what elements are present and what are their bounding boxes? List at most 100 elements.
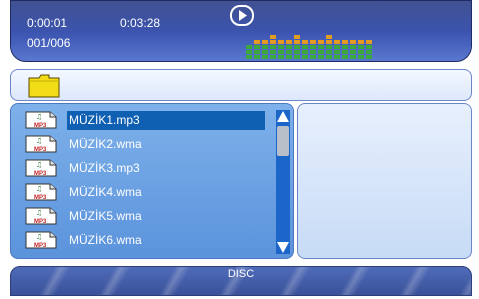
eq-bar-segment [270, 35, 276, 39]
mp3-icon-label: MP3 [34, 219, 47, 225]
eq-bar-segment [262, 50, 268, 54]
scroll-thumb[interactable] [277, 126, 289, 156]
mp3-file-icon: ♫ MP3 [25, 207, 57, 225]
file-name: MÜZİK3.mp3 [69, 161, 140, 175]
eq-bar-segment [302, 40, 308, 44]
path-bar [10, 69, 472, 101]
list-item[interactable]: ♫ MP3 MÜZİK3.mp3 [25, 157, 265, 179]
eq-bar-segment [254, 40, 260, 44]
scrollbar[interactable] [276, 110, 290, 254]
svg-text:♫: ♫ [36, 113, 42, 121]
list-item[interactable]: ♫ MP3 MÜZİK1.mp3 [25, 109, 265, 131]
eq-bar-segment [358, 45, 364, 49]
eq-bar-segment [310, 45, 316, 49]
eq-bar-segment [278, 55, 284, 59]
eq-bar-segment [310, 55, 316, 59]
svg-text:♫: ♫ [36, 161, 42, 169]
eq-bar-segment [254, 55, 260, 59]
mp3-file-icon: ♫ MP3 [25, 159, 57, 177]
eq-bar-segment [294, 55, 300, 59]
track-counter: 001/006 [27, 36, 71, 50]
eq-bar-segment [278, 50, 284, 54]
mp3-icon-label: MP3 [34, 195, 47, 201]
mp3-file-icon: ♫ MP3 [25, 111, 57, 129]
eq-bar-segment [318, 55, 324, 59]
eq-bar-segment [366, 55, 372, 59]
eq-bar-segment [302, 45, 308, 49]
mp3-file-icon: ♫ MP3 [25, 135, 57, 153]
svg-text:♫: ♫ [36, 185, 42, 193]
eq-bar-segment [358, 40, 364, 44]
eq-bar-segment [366, 45, 372, 49]
list-item[interactable]: ♫ MP3 MÜZİK4.wma [25, 181, 265, 203]
eq-bar-segment [278, 45, 284, 49]
eq-bar-segment [294, 50, 300, 54]
eq-bar-segment [342, 55, 348, 59]
scroll-up-icon[interactable] [276, 110, 290, 124]
elapsed-time: 0:00:01 [27, 16, 68, 30]
eq-bar-segment [286, 40, 292, 44]
eq-bar-segment [350, 55, 356, 59]
list-item[interactable]: ♫ MP3 MÜZİK2.wma [25, 133, 265, 155]
eq-bar-segment [270, 45, 276, 49]
mp3-icon-label: MP3 [34, 243, 47, 249]
mp3-file-icon: ♫ MP3 [25, 183, 57, 201]
list-item[interactable]: ♫ MP3 MÜZİK6.wma [25, 229, 265, 251]
eq-bar-segment [270, 55, 276, 59]
eq-bar-segment [286, 50, 292, 54]
eq-bar-segment [350, 50, 356, 54]
source-bar[interactable]: DISC [10, 266, 472, 296]
eq-bar-segment [278, 40, 284, 44]
eq-bar-segment [246, 45, 252, 49]
eq-bar-segment [350, 45, 356, 49]
equalizer [246, 35, 372, 59]
eq-bar-segment [334, 45, 340, 49]
eq-bar-segment [342, 50, 348, 54]
eq-bar-segment [326, 35, 332, 39]
eq-bar-segment [358, 50, 364, 54]
total-time: 0:03:28 [120, 16, 161, 30]
eq-bar-segment [294, 40, 300, 44]
eq-bar-segment [334, 55, 340, 59]
eq-bar-segment [286, 45, 292, 49]
list-item[interactable]: ♫ MP3 MÜZİK5.wma [25, 205, 265, 227]
eq-bar-segment [310, 40, 316, 44]
eq-bar-segment [294, 35, 300, 39]
file-name: MÜZİK4.wma [69, 185, 142, 199]
eq-bar-segment [294, 45, 300, 49]
eq-bar-segment [254, 45, 260, 49]
eq-bar-segment [366, 40, 372, 44]
eq-bar-segment [254, 50, 260, 54]
file-name: MÜZİK1.mp3 [67, 111, 265, 130]
file-name: MÜZİK6.wma [69, 233, 142, 247]
status-bar: 0:00:01 0:03:28 001/006 [10, 0, 472, 62]
eq-bar-segment [318, 45, 324, 49]
file-name: MÜZİK5.wma [69, 209, 142, 223]
svg-text:♫: ♫ [36, 233, 42, 241]
eq-bar-segment [350, 40, 356, 44]
file-name: MÜZİK2.wma [69, 137, 142, 151]
scroll-down-icon[interactable] [276, 240, 290, 254]
eq-bar-segment [318, 50, 324, 54]
mp3-icon-label: MP3 [34, 147, 47, 153]
eq-bar-segment [262, 55, 268, 59]
eq-bar-segment [358, 55, 364, 59]
eq-bar-segment [270, 40, 276, 44]
eq-bar-segment [326, 50, 332, 54]
eq-bar-segment [318, 40, 324, 44]
eq-bar-segment [326, 40, 332, 44]
mp3-file-icon: ♫ MP3 [25, 231, 57, 249]
file-list: ♫ MP3 MÜZİK1.mp3 ♫ MP3 MÜZİK2.wma ♫ MP3 MÜZİK3.m… [10, 103, 294, 259]
eq-bar-segment [310, 50, 316, 54]
play-icon[interactable] [230, 5, 254, 26]
folder-icon[interactable] [28, 73, 60, 98]
mp3-icon-label: MP3 [34, 123, 47, 129]
mp3-icon-label: MP3 [34, 171, 47, 177]
source-label: DISC [227, 268, 255, 280]
eq-bar-segment [262, 40, 268, 44]
eq-bar-segment [246, 55, 252, 59]
eq-bar-segment [342, 40, 348, 44]
eq-bar-segment [286, 55, 292, 59]
eq-bar-segment [270, 50, 276, 54]
info-panel [297, 103, 472, 259]
